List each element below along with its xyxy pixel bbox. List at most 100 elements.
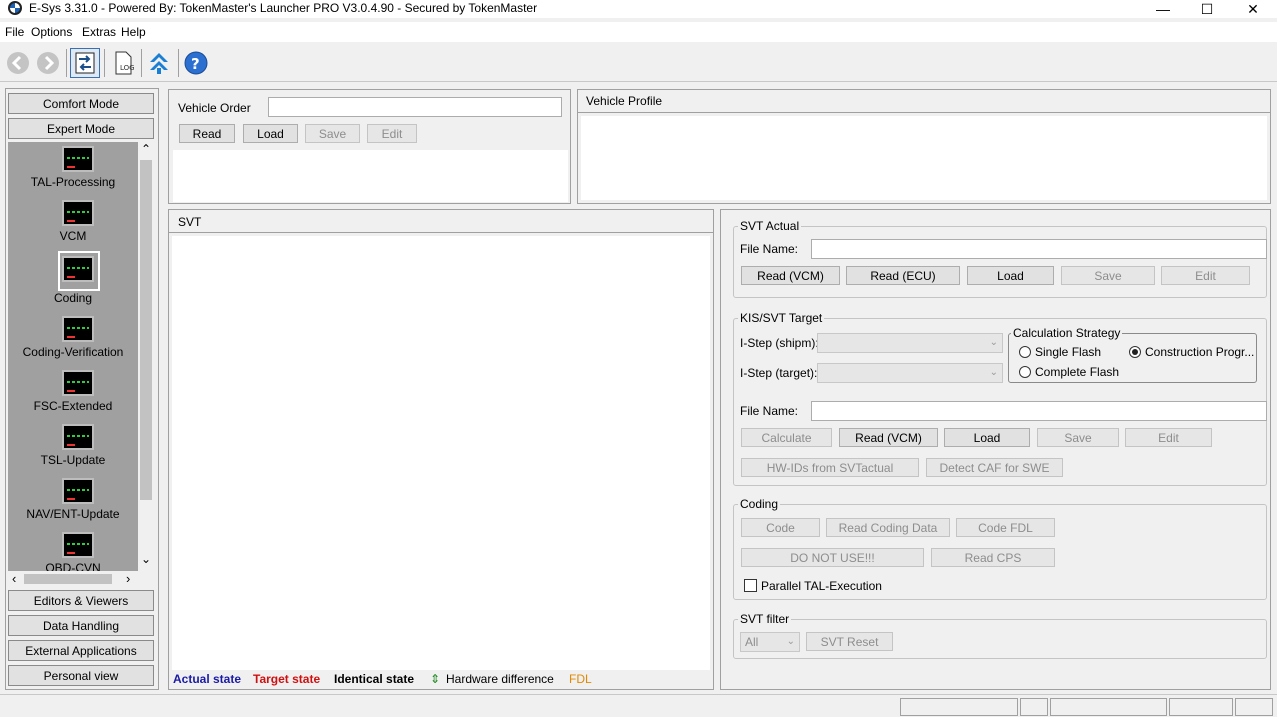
svt-tree[interactable] <box>172 236 710 670</box>
close-button[interactable]: ✕ <box>1230 0 1276 18</box>
detect-caf-button[interactable]: Detect CAF for SWE <box>926 458 1063 477</box>
svt-actual-file-label: File Name: <box>740 242 799 256</box>
kis-save-button[interactable]: Save <box>1037 428 1119 447</box>
coding-icon[interactable] <box>62 256 94 282</box>
maximize-button[interactable]: ☐ <box>1184 0 1230 18</box>
kis-svt-target-title: KIS/SVT Target <box>738 311 825 325</box>
svt-actual-read-ecu-button[interactable]: Read (ECU) <box>846 266 960 285</box>
status-cell <box>900 698 1018 716</box>
svt-actual-save-button[interactable]: Save <box>1061 266 1155 285</box>
code-fdl-button[interactable]: Code FDL <box>956 518 1055 537</box>
svt-actual-title: SVT Actual <box>738 219 802 233</box>
coding-title: Coding <box>738 497 781 511</box>
parallel-tal-execution-checkbox[interactable] <box>744 579 757 592</box>
vehicle-profile-title: Vehicle Profile <box>586 94 663 108</box>
istep-target-select[interactable]: ⌄ <box>817 363 1003 383</box>
complete-flash-label: Complete Flash <box>1035 365 1120 379</box>
istep-shipm-select[interactable]: ⌄ <box>817 333 1003 353</box>
nav-item-fsc-extended[interactable]: FSC-Extended <box>8 399 138 413</box>
data-handling-button[interactable]: Data Handling <box>8 615 154 636</box>
menu-options[interactable]: Options <box>31 25 72 39</box>
editors-viewers-button[interactable]: Editors & Viewers <box>8 590 154 611</box>
tal-processing-icon[interactable] <box>62 146 94 172</box>
status-cell <box>1235 698 1273 716</box>
vehicle-profile-panel <box>577 89 1271 204</box>
hw-ids-from-svtactual-button[interactable]: HW-IDs from SVTactual <box>741 458 919 477</box>
external-applications-button[interactable]: External Applications <box>8 640 154 661</box>
vehicle-order-load-button[interactable]: Load <box>243 124 298 143</box>
nav-ent-update-icon[interactable] <box>62 478 94 504</box>
chevron-down-icon: ⌄ <box>989 337 998 348</box>
vertical-scroll-thumb[interactable] <box>140 160 152 500</box>
back-arrow-icon[interactable] <box>3 48 33 78</box>
legend-hardware-difference: Hardware difference <box>446 672 554 686</box>
update-icon[interactable] <box>144 48 174 78</box>
kis-read-vcm-button[interactable]: Read (VCM) <box>839 428 938 447</box>
chevron-down-icon: ⌄ <box>989 367 998 378</box>
code-button[interactable]: Code <box>741 518 820 537</box>
app-logo-icon <box>8 1 22 15</box>
status-bar <box>0 694 1277 717</box>
toolbar-separator <box>66 49 67 77</box>
svt-reset-button[interactable]: SVT Reset <box>806 632 893 651</box>
scroll-down-icon[interactable]: ⌄ <box>141 552 151 566</box>
parallel-tal-execution-label: Parallel TAL-Execution <box>761 579 882 593</box>
fsc-extended-icon[interactable] <box>62 370 94 396</box>
obd-cvn-icon[interactable] <box>62 532 94 558</box>
expert-mode-button[interactable]: Expert Mode <box>8 118 154 139</box>
read-cps-button[interactable]: Read CPS <box>931 548 1055 567</box>
coding-verification-icon[interactable] <box>62 316 94 342</box>
comfort-mode-button[interactable]: Comfort Mode <box>8 93 154 114</box>
calculate-button[interactable]: Calculate <box>741 428 832 447</box>
horizontal-scrollbar[interactable]: ‹ › <box>8 571 154 587</box>
nav-item-nav-ent-update[interactable]: NAV/ENT-Update <box>8 507 138 521</box>
nav-item-tal-processing[interactable]: TAL-Processing <box>8 175 138 189</box>
svt-filter-title: SVT filter <box>738 612 792 626</box>
scroll-right-icon[interactable]: › <box>126 571 130 586</box>
construction-progress-radio[interactable] <box>1129 346 1141 358</box>
menu-file[interactable]: File <box>5 25 24 39</box>
svt-actual-read-vcm-button[interactable]: Read (VCM) <box>741 266 840 285</box>
minimize-button[interactable]: — <box>1140 0 1186 18</box>
svt-actual-file-input[interactable] <box>811 239 1267 259</box>
nav-item-vcm[interactable]: VCM <box>8 229 138 243</box>
tsl-update-icon[interactable] <box>62 424 94 450</box>
horizontal-scroll-thumb[interactable] <box>24 574 112 584</box>
scroll-left-icon[interactable]: ‹ <box>12 571 16 586</box>
status-cell <box>1169 698 1233 716</box>
complete-flash-radio[interactable] <box>1019 366 1031 378</box>
menu-extras[interactable]: Extras <box>82 25 116 39</box>
status-cell <box>1020 698 1048 716</box>
help-icon[interactable]: ? <box>181 48 211 78</box>
kis-load-button[interactable]: Load <box>944 428 1030 447</box>
kis-edit-button[interactable]: Edit <box>1125 428 1212 447</box>
scroll-up-icon[interactable]: ⌃ <box>141 142 151 156</box>
nav-item-tsl-update[interactable]: TSL-Update <box>8 453 138 467</box>
toolbar-separator <box>104 49 105 77</box>
svt-actual-load-button[interactable]: Load <box>967 266 1054 285</box>
connect-icon[interactable] <box>70 48 100 78</box>
log-icon[interactable]: LOG <box>108 48 138 78</box>
legend-target-state: Target state <box>253 672 321 686</box>
svt-filter-select[interactable]: All ⌄ <box>740 632 800 652</box>
kis-file-label: File Name: <box>740 404 799 418</box>
personal-view-button[interactable]: Personal view <box>8 665 154 686</box>
kis-file-input[interactable] <box>811 401 1267 421</box>
svt-actual-edit-button[interactable]: Edit <box>1161 266 1250 285</box>
nav-item-coding-verification[interactable]: Coding-Verification <box>8 345 138 359</box>
nav-item-coding[interactable]: Coding <box>8 291 138 305</box>
do-not-use-button[interactable]: DO NOT USE!!! <box>741 548 924 567</box>
help-icon-text: ? <box>191 55 200 73</box>
vehicle-order-save-button[interactable]: Save <box>305 124 360 143</box>
vcm-icon[interactable] <box>62 200 94 226</box>
read-coding-data-button[interactable]: Read Coding Data <box>826 518 950 537</box>
title-bar: E-Sys 3.31.0 - Powered By: TokenMaster's… <box>0 0 1277 18</box>
vertical-scrollbar[interactable]: ⌃ ⌄ <box>138 142 154 572</box>
vehicle-order-edit-button[interactable]: Edit <box>367 124 417 143</box>
single-flash-radio[interactable] <box>1019 346 1031 358</box>
forward-arrow-icon[interactable] <box>33 48 63 78</box>
toolbar: LOG ? <box>0 44 1277 82</box>
menu-help[interactable]: Help <box>121 25 146 39</box>
vehicle-order-input[interactable] <box>268 97 562 117</box>
vehicle-order-read-button[interactable]: Read <box>179 124 235 143</box>
